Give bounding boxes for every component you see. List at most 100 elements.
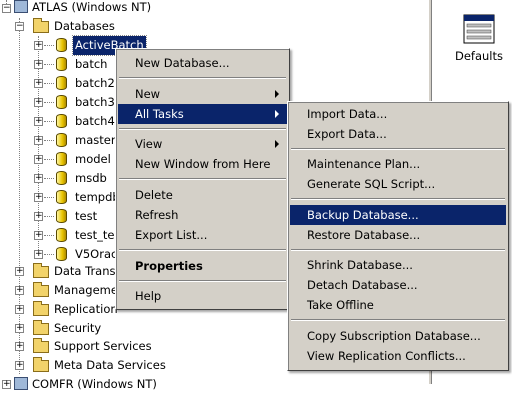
- menu-item-label: All Tasks: [135, 107, 184, 121]
- menu-item-all-tasks[interactable]: All Tasks: [118, 104, 287, 124]
- expand-icon[interactable]: +: [15, 324, 24, 333]
- menu-item-shrink-database[interactable]: Shrink Database...: [290, 255, 506, 275]
- tree-connector: [44, 254, 54, 255]
- expand-icon[interactable]: +: [34, 250, 43, 259]
- menu-separator: [119, 280, 286, 282]
- expand-icon[interactable]: +: [34, 193, 43, 202]
- expand-icon[interactable]: +: [34, 212, 43, 221]
- tree-connector: [44, 140, 54, 141]
- tree-connector: [44, 83, 54, 84]
- database-label: test: [75, 209, 98, 223]
- expand-icon[interactable]: +: [15, 267, 24, 276]
- expand-icon[interactable]: +: [34, 41, 43, 50]
- expand-icon[interactable]: +: [15, 286, 24, 295]
- submenu-arrow-icon: [275, 110, 279, 118]
- menu-item-properties[interactable]: Properties: [118, 256, 287, 276]
- menu-separator: [119, 178, 286, 180]
- expand-icon[interactable]: +: [34, 174, 43, 183]
- menu-item-maintenance-plan[interactable]: Maintenance Plan...: [290, 154, 506, 174]
- database-icon: [56, 190, 67, 204]
- database-icon: [56, 95, 67, 109]
- server-label: ATLAS (Windows NT): [32, 0, 152, 14]
- expand-icon[interactable]: +: [34, 79, 43, 88]
- menu-item-new[interactable]: New: [118, 84, 287, 104]
- server-label: COMFR (Windows NT): [32, 377, 157, 391]
- tree-node-label: Support Services: [54, 339, 152, 353]
- folder-icon: [33, 338, 49, 353]
- expand-icon[interactable]: +: [34, 98, 43, 107]
- folder-icon: [33, 357, 49, 372]
- database-label: test_te: [75, 228, 115, 242]
- expand-icon[interactable]: +: [34, 231, 43, 240]
- submenu-arrow-icon: [275, 90, 279, 98]
- menu-item-export-data[interactable]: Export Data...: [290, 124, 506, 144]
- tree-node-label: Meta Data Services: [54, 358, 166, 372]
- folder-icon: [33, 263, 49, 278]
- folder-icon: [33, 282, 49, 297]
- tree-node-label: Databases: [54, 19, 115, 33]
- database-label: tempdb: [75, 190, 120, 204]
- menu-item-new-database[interactable]: New Database...: [118, 53, 287, 73]
- tree-node-label: Replication: [54, 302, 118, 316]
- menu-item-label: New: [135, 87, 161, 101]
- database-icon: [56, 171, 67, 185]
- menu-item-refresh[interactable]: Refresh: [118, 205, 287, 225]
- collapse-icon[interactable]: −: [2, 4, 11, 13]
- tree-connector: [44, 121, 54, 122]
- menu-separator: [291, 249, 505, 251]
- database-icon: [56, 247, 67, 261]
- menu-item-view-replication-conflicts[interactable]: View Replication Conflicts...: [290, 346, 506, 366]
- context-menu: New Database... New All Tasks View New W…: [115, 48, 290, 310]
- database-icon: [56, 38, 67, 52]
- expand-icon[interactable]: +: [34, 60, 43, 69]
- menu-separator: [119, 128, 286, 130]
- tree-connector: [44, 216, 54, 217]
- tree-connector: [44, 102, 54, 103]
- database-icon: [56, 57, 67, 71]
- folder-icon: [33, 18, 49, 33]
- database-label: msdb: [75, 171, 107, 185]
- defaults-label[interactable]: Defaults: [452, 49, 506, 63]
- database-icon: [56, 228, 67, 242]
- database-icon: [56, 133, 67, 147]
- menu-item-label: View: [135, 137, 163, 151]
- menu-item-take-offline[interactable]: Take Offline: [290, 295, 506, 315]
- menu-item-view[interactable]: View: [118, 134, 287, 154]
- expand-icon[interactable]: +: [34, 136, 43, 145]
- menu-item-backup-database[interactable]: Backup Database...: [290, 205, 506, 225]
- folder-icon: [33, 301, 49, 316]
- defaults-icon[interactable]: [463, 14, 495, 44]
- menu-item-delete[interactable]: Delete: [118, 185, 287, 205]
- menu-item-copy-subscription-database[interactable]: Copy Subscription Database...: [290, 326, 506, 346]
- menu-separator: [119, 249, 286, 251]
- expand-icon[interactable]: +: [15, 342, 24, 351]
- menu-separator: [291, 148, 505, 150]
- tree-connector: [44, 45, 54, 46]
- server-icon: [14, 0, 28, 13]
- tree-node-label: Security: [54, 321, 102, 335]
- menu-item-export-list[interactable]: Export List...: [118, 225, 287, 245]
- database-icon: [56, 209, 67, 223]
- menu-item-help[interactable]: Help: [118, 286, 287, 306]
- menu-item-import-data[interactable]: Import Data...: [290, 104, 506, 124]
- expand-icon[interactable]: +: [34, 117, 43, 126]
- tree-connector: [44, 178, 54, 179]
- expand-icon[interactable]: +: [15, 305, 24, 314]
- database-icon: [56, 114, 67, 128]
- menu-separator: [119, 77, 286, 79]
- database-label: batch2: [75, 76, 115, 90]
- menu-item-generate-sql-script[interactable]: Generate SQL Script...: [290, 174, 506, 194]
- menu-item-restore-database[interactable]: Restore Database...: [290, 225, 506, 245]
- menu-separator: [291, 198, 505, 200]
- database-label: batch3: [75, 95, 115, 109]
- tree-connector: [19, 18, 20, 374]
- menu-item-new-window[interactable]: New Window from Here: [118, 154, 287, 174]
- menu-item-detach-database[interactable]: Detach Database...: [290, 275, 506, 295]
- database-label: master: [75, 133, 116, 147]
- tree-node-label: Data Trans: [54, 264, 116, 278]
- collapse-icon[interactable]: −: [15, 22, 24, 31]
- tree-connector: [44, 64, 54, 65]
- expand-icon[interactable]: +: [2, 380, 11, 389]
- expand-icon[interactable]: +: [34, 155, 43, 164]
- expand-icon[interactable]: +: [15, 361, 24, 370]
